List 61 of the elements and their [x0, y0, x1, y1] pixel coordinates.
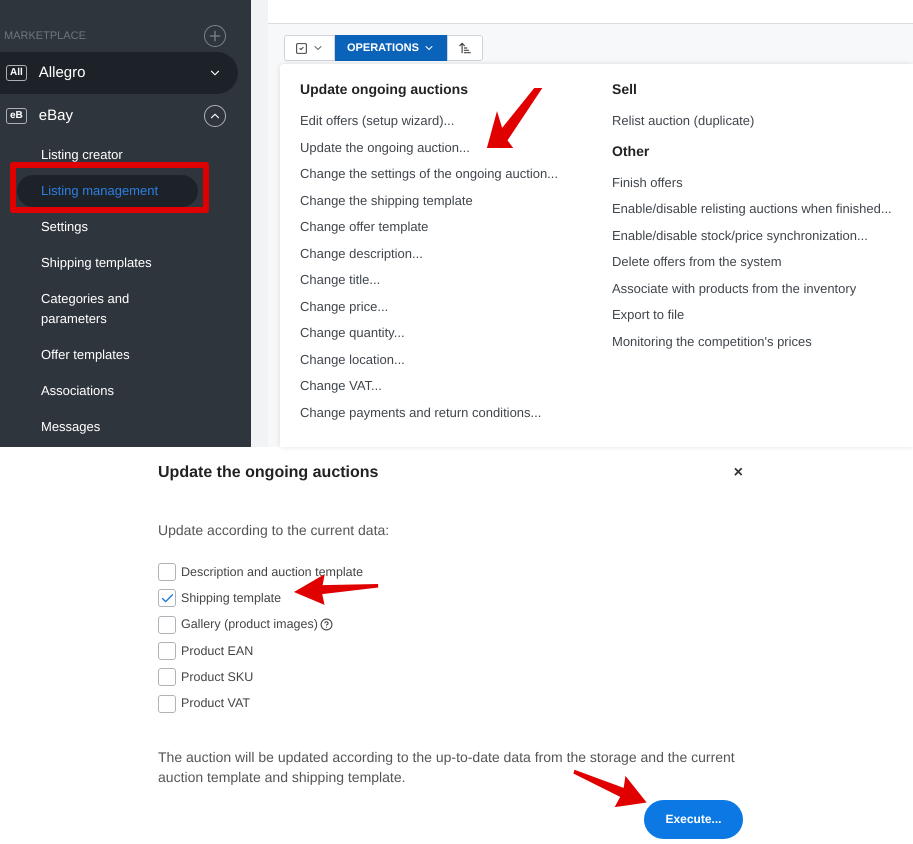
menu-item[interactable]: Relist auction (duplicate): [612, 108, 913, 134]
sidebar-item[interactable]: Associations: [17, 375, 198, 407]
menu-item[interactable]: Change title...: [300, 267, 612, 294]
menu-item[interactable]: Change VAT...: [300, 373, 612, 400]
dialog-prompt: Update according to the current data:: [158, 521, 390, 540]
checkbox[interactable]: [158, 563, 176, 582]
sidebar-item[interactable]: Shipping templates: [17, 247, 198, 279]
sort-icon: [458, 41, 472, 55]
add-icon[interactable]: [204, 25, 226, 47]
menu-item[interactable]: Finish offers: [612, 170, 913, 196]
menu-heading: Update ongoing auctions: [300, 80, 469, 98]
option-label: Product SKU: [181, 668, 254, 686]
badge: eB: [6, 108, 27, 124]
dialog-note: The auction will be updated according to the up-to-date data from the storage and the current auction template and shipping template.: [158, 748, 736, 787]
operations-button[interactable]: OPERATIONS: [335, 35, 447, 61]
sidebar-item[interactable]: Categories and parameters: [17, 283, 198, 335]
menu-item[interactable]: Change quantity...: [300, 320, 612, 346]
menu-item[interactable]: Change payments and return conditions...: [300, 400, 612, 426]
marketplace-item[interactable]: eB eBay: [0, 95, 238, 137]
select-menu-button[interactable]: [284, 35, 335, 61]
sort-button[interactable]: [446, 35, 483, 61]
collapse-icon[interactable]: [204, 105, 226, 127]
menu-heading: Other: [612, 142, 650, 160]
marketplace-item[interactable]: All Allegro: [0, 52, 238, 94]
sidebar-item[interactable]: Settings: [17, 211, 198, 243]
menu-item[interactable]: Change offer template: [300, 214, 612, 240]
menu-item[interactable]: Enable/disable stock/price synchronization...: [612, 222, 913, 249]
sidebar-item[interactable]: Messages: [17, 411, 198, 443]
menu-item[interactable]: Change the shipping template: [300, 188, 612, 214]
menu-item[interactable]: Enable/disable relisting auctions when finished...: [612, 196, 913, 222]
sidebar-item[interactable]: Listing creator: [17, 139, 198, 171]
option-label: Description and auction template: [181, 564, 364, 581]
checkbox[interactable]: [158, 668, 176, 686]
menu-item[interactable]: Change location...: [300, 346, 612, 373]
menu-item[interactable]: Export to file: [612, 302, 913, 328]
option-label: Shipping template: [181, 590, 282, 608]
menu-item[interactable]: Change price...: [300, 294, 612, 320]
option-label: Gallery (product images): [181, 616, 318, 634]
checkbox[interactable]: [158, 642, 176, 660]
option-label: Product VAT: [181, 695, 250, 712]
menu-item[interactable]: Change description...: [300, 240, 612, 267]
menu-item[interactable]: Change the settings of the ongoing auction...: [300, 161, 612, 188]
section-label: MARKETPLACE: [4, 28, 86, 44]
checkbox[interactable]: [158, 616, 176, 634]
help-icon[interactable]: [320, 618, 333, 632]
close-button[interactable]: ×: [734, 465, 743, 481]
menu-item[interactable]: Update the ongoing auction...: [300, 134, 612, 161]
checkbox[interactable]: [158, 589, 176, 608]
badge: All: [6, 65, 27, 81]
execute-button[interactable]: Execute...: [644, 800, 743, 839]
menu-item[interactable]: Monitoring the competition's prices: [612, 328, 913, 355]
sidebar-item[interactable]: Listing management: [17, 175, 198, 207]
sidebar-item[interactable]: Offer templates: [17, 339, 198, 371]
menu-heading: Sell: [612, 80, 638, 98]
checkbox-icon: [295, 42, 308, 54]
menu-item[interactable]: Edit offers (setup wizard)...: [300, 108, 612, 134]
menu-item[interactable]: Delete offers from the system: [612, 249, 913, 276]
menu-item[interactable]: Associate with products from the inventory: [612, 276, 913, 302]
checkbox[interactable]: [158, 694, 176, 713]
dialog-title: Update the ongoing auctions: [158, 463, 378, 483]
option-label: Product EAN: [181, 642, 254, 660]
